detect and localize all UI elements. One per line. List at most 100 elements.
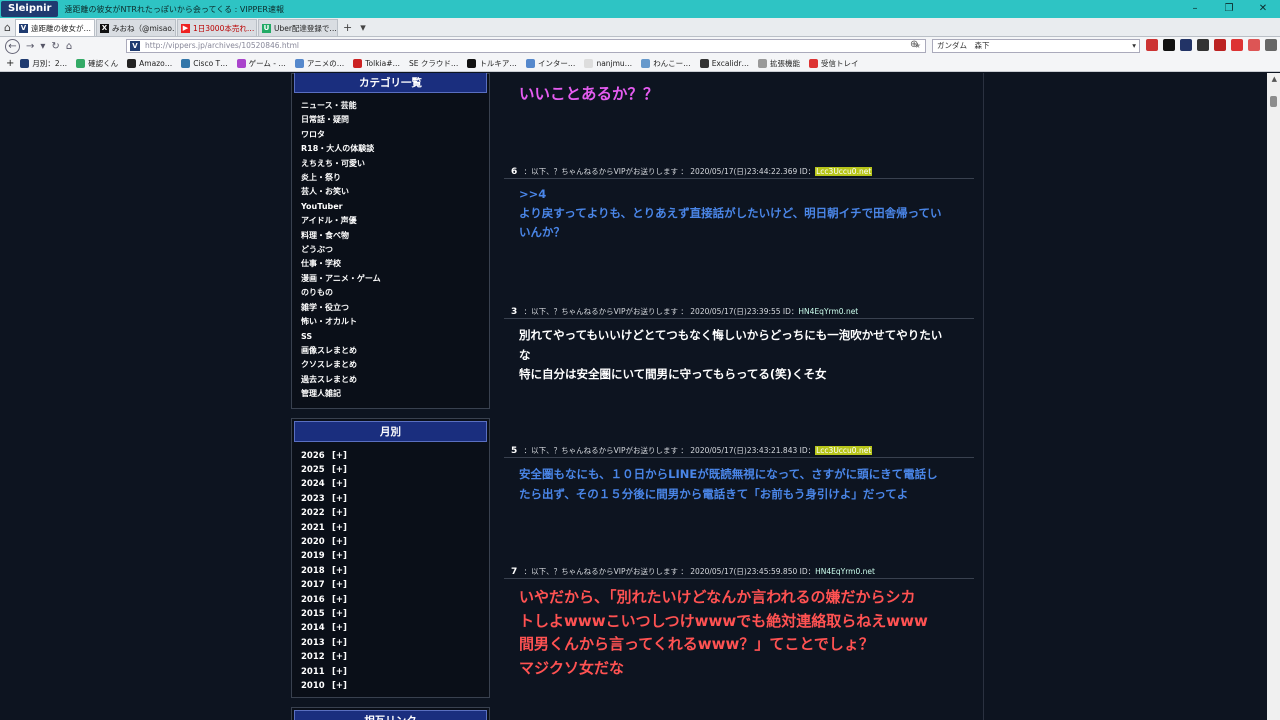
year-label[interactable]: 2019 — [301, 549, 332, 563]
vertical-scrollbar[interactable]: ▲ — [1267, 73, 1280, 720]
category-link[interactable]: 画像スレまとめ — [301, 344, 489, 358]
search-engine-icon[interactable]: ⊕ — [910, 39, 918, 50]
bookmark-item[interactable]: 確認くん — [76, 58, 118, 69]
year-label[interactable]: 2017 — [301, 578, 332, 592]
reload-icon[interactable]: ↻ — [51, 41, 59, 52]
expand-toggle[interactable]: [+] — [332, 537, 347, 547]
expand-toggle[interactable]: [+] — [332, 566, 347, 576]
year-label[interactable]: 2011 — [301, 665, 332, 679]
year-label[interactable]: 2024 — [301, 477, 332, 491]
home-icon[interactable]: ⌂ — [66, 41, 72, 52]
bookmark-item[interactable]: 月別：2… — [20, 58, 67, 69]
expand-toggle[interactable]: [+] — [332, 623, 347, 633]
category-link[interactable]: どうぶつ — [301, 243, 489, 257]
tab-uber[interactable]: U Uber配達登録で… — [257, 19, 338, 36]
bookmark-item[interactable]: Excalidr… — [699, 59, 749, 68]
chevron-down-icon[interactable]: ▾ — [1132, 40, 1136, 52]
expand-toggle[interactable]: [+] — [332, 580, 347, 590]
bookmark-item[interactable]: Tolkia#… — [353, 59, 400, 68]
category-link[interactable]: 怖い・オカルト — [301, 315, 489, 329]
year-label[interactable]: 2023 — [301, 492, 332, 506]
post-id[interactable]: Lcc3Uccu0.net — [815, 446, 873, 455]
tab-vipper[interactable]: V 遠距離の彼女が… — [14, 19, 95, 36]
maximize-icon[interactable]: ❐ — [1212, 0, 1246, 18]
year-label[interactable]: 2014 — [301, 621, 332, 635]
category-link[interactable]: ニュース・芸能 — [301, 99, 489, 113]
chevron-down-icon[interactable]: ▾ — [356, 19, 370, 36]
category-link[interactable]: 管理人雑記 — [301, 387, 489, 401]
chevron-down-icon[interactable]: ▾ — [40, 41, 45, 52]
bookmark-item[interactable]: トルキア… — [467, 58, 517, 69]
forward-icon[interactable]: → — [26, 41, 34, 52]
category-link[interactable]: 日常話・疑問 — [301, 113, 489, 127]
amazon-extension-icon[interactable] — [1197, 39, 1209, 51]
post-id[interactable]: HN4EqYrm0.net — [798, 307, 858, 316]
year-label[interactable]: 2013 — [301, 636, 332, 650]
expand-toggle[interactable]: [+] — [332, 667, 347, 677]
expand-toggle[interactable]: [+] — [332, 652, 347, 662]
category-link[interactable]: 漫画・アニメ・ゲーム — [301, 272, 489, 286]
minimize-icon[interactable]: – — [1178, 0, 1212, 18]
year-label[interactable]: 2018 — [301, 564, 332, 578]
category-link[interactable]: のりもの — [301, 286, 489, 300]
category-link[interactable]: R18・大人の体験談 — [301, 142, 489, 156]
scrollbar-thumb[interactable] — [1270, 96, 1277, 107]
expand-toggle[interactable]: [+] — [332, 479, 347, 489]
category-link[interactable]: アイドル・声優 — [301, 214, 489, 228]
category-link[interactable]: 雑学・役立つ — [301, 301, 489, 315]
reply-anchor-link[interactable]: >>4 — [519, 185, 974, 204]
tab-x[interactable]: X みおね（@misao… — [95, 19, 176, 36]
category-link[interactable]: 炎上・祭り — [301, 171, 489, 185]
bookmark-item[interactable]: インター… — [525, 58, 575, 69]
category-link[interactable]: YouTuber — [301, 200, 489, 214]
y-extension-icon[interactable] — [1231, 39, 1243, 51]
category-link[interactable]: SS — [301, 330, 489, 344]
back-icon[interactable]: ← — [5, 39, 20, 54]
year-label[interactable]: 2022 — [301, 506, 332, 520]
year-label[interactable]: 2025 — [301, 463, 332, 477]
x-extension-icon[interactable] — [1163, 39, 1175, 51]
expand-toggle[interactable]: [+] — [332, 508, 347, 518]
app-name[interactable]: Sleipnir — [1, 1, 59, 17]
expand-toggle[interactable]: [+] — [332, 494, 347, 504]
year-label[interactable]: 2026 — [301, 449, 332, 463]
expand-toggle[interactable]: [+] — [332, 523, 347, 533]
category-link[interactable]: えちえち・可愛い — [301, 157, 489, 171]
category-link[interactable]: ワロタ — [301, 128, 489, 142]
post-id[interactable]: HN4EqYrm0.net — [815, 567, 875, 576]
year-label[interactable]: 2016 — [301, 593, 332, 607]
category-link[interactable]: クソスレまとめ — [301, 358, 489, 372]
tab-youtube[interactable]: ▶ 1日3000本売れ… — [176, 19, 257, 36]
year-label[interactable]: 2015 — [301, 607, 332, 621]
bookmark-item[interactable]: Amazo… — [127, 59, 172, 68]
expand-toggle[interactable]: [+] — [332, 681, 347, 691]
add-bookmark-icon[interactable]: + — [6, 58, 14, 69]
mail-extension-icon[interactable] — [1248, 39, 1260, 51]
expand-toggle[interactable]: [+] — [332, 465, 347, 475]
news-extension-icon[interactable] — [1180, 39, 1192, 51]
category-link[interactable]: 芸人・お笑い — [301, 185, 489, 199]
year-label[interactable]: 2020 — [301, 535, 332, 549]
year-label[interactable]: 2021 — [301, 521, 332, 535]
b-extension-icon[interactable] — [1214, 39, 1226, 51]
tab-menu-icon[interactable]: ⌂ — [0, 19, 15, 36]
bookmark-item[interactable]: ゲーム - … — [236, 58, 286, 69]
address-bar[interactable]: V http://vippers.jp/archives/10520846.ht… — [126, 39, 926, 53]
bookmark-item[interactable]: SE クラウド… — [409, 58, 458, 69]
category-link[interactable]: 過去スレまとめ — [301, 373, 489, 387]
expand-toggle[interactable]: [+] — [332, 638, 347, 648]
bookmark-item[interactable]: 受信トレイ — [808, 58, 858, 69]
bookmark-item[interactable]: アニメの… — [294, 58, 344, 69]
bookmark-item[interactable]: Cisco T… — [181, 59, 228, 68]
category-link[interactable]: 料理・食べ物 — [301, 229, 489, 243]
more-icon[interactable] — [1265, 39, 1277, 51]
year-label[interactable]: 2010 — [301, 679, 332, 693]
close-icon[interactable]: ✕ — [1246, 0, 1280, 18]
new-tab-icon[interactable]: + — [339, 19, 356, 36]
expand-toggle[interactable]: [+] — [332, 451, 347, 461]
category-link[interactable]: 仕事・学校 — [301, 257, 489, 271]
bookmark-item[interactable]: わんこー… — [641, 58, 691, 69]
youtube-extension-icon[interactable] — [1146, 39, 1158, 51]
bookmark-item[interactable]: nanjmu… — [584, 59, 632, 68]
chevron-up-icon[interactable]: ▲ — [1272, 75, 1277, 83]
